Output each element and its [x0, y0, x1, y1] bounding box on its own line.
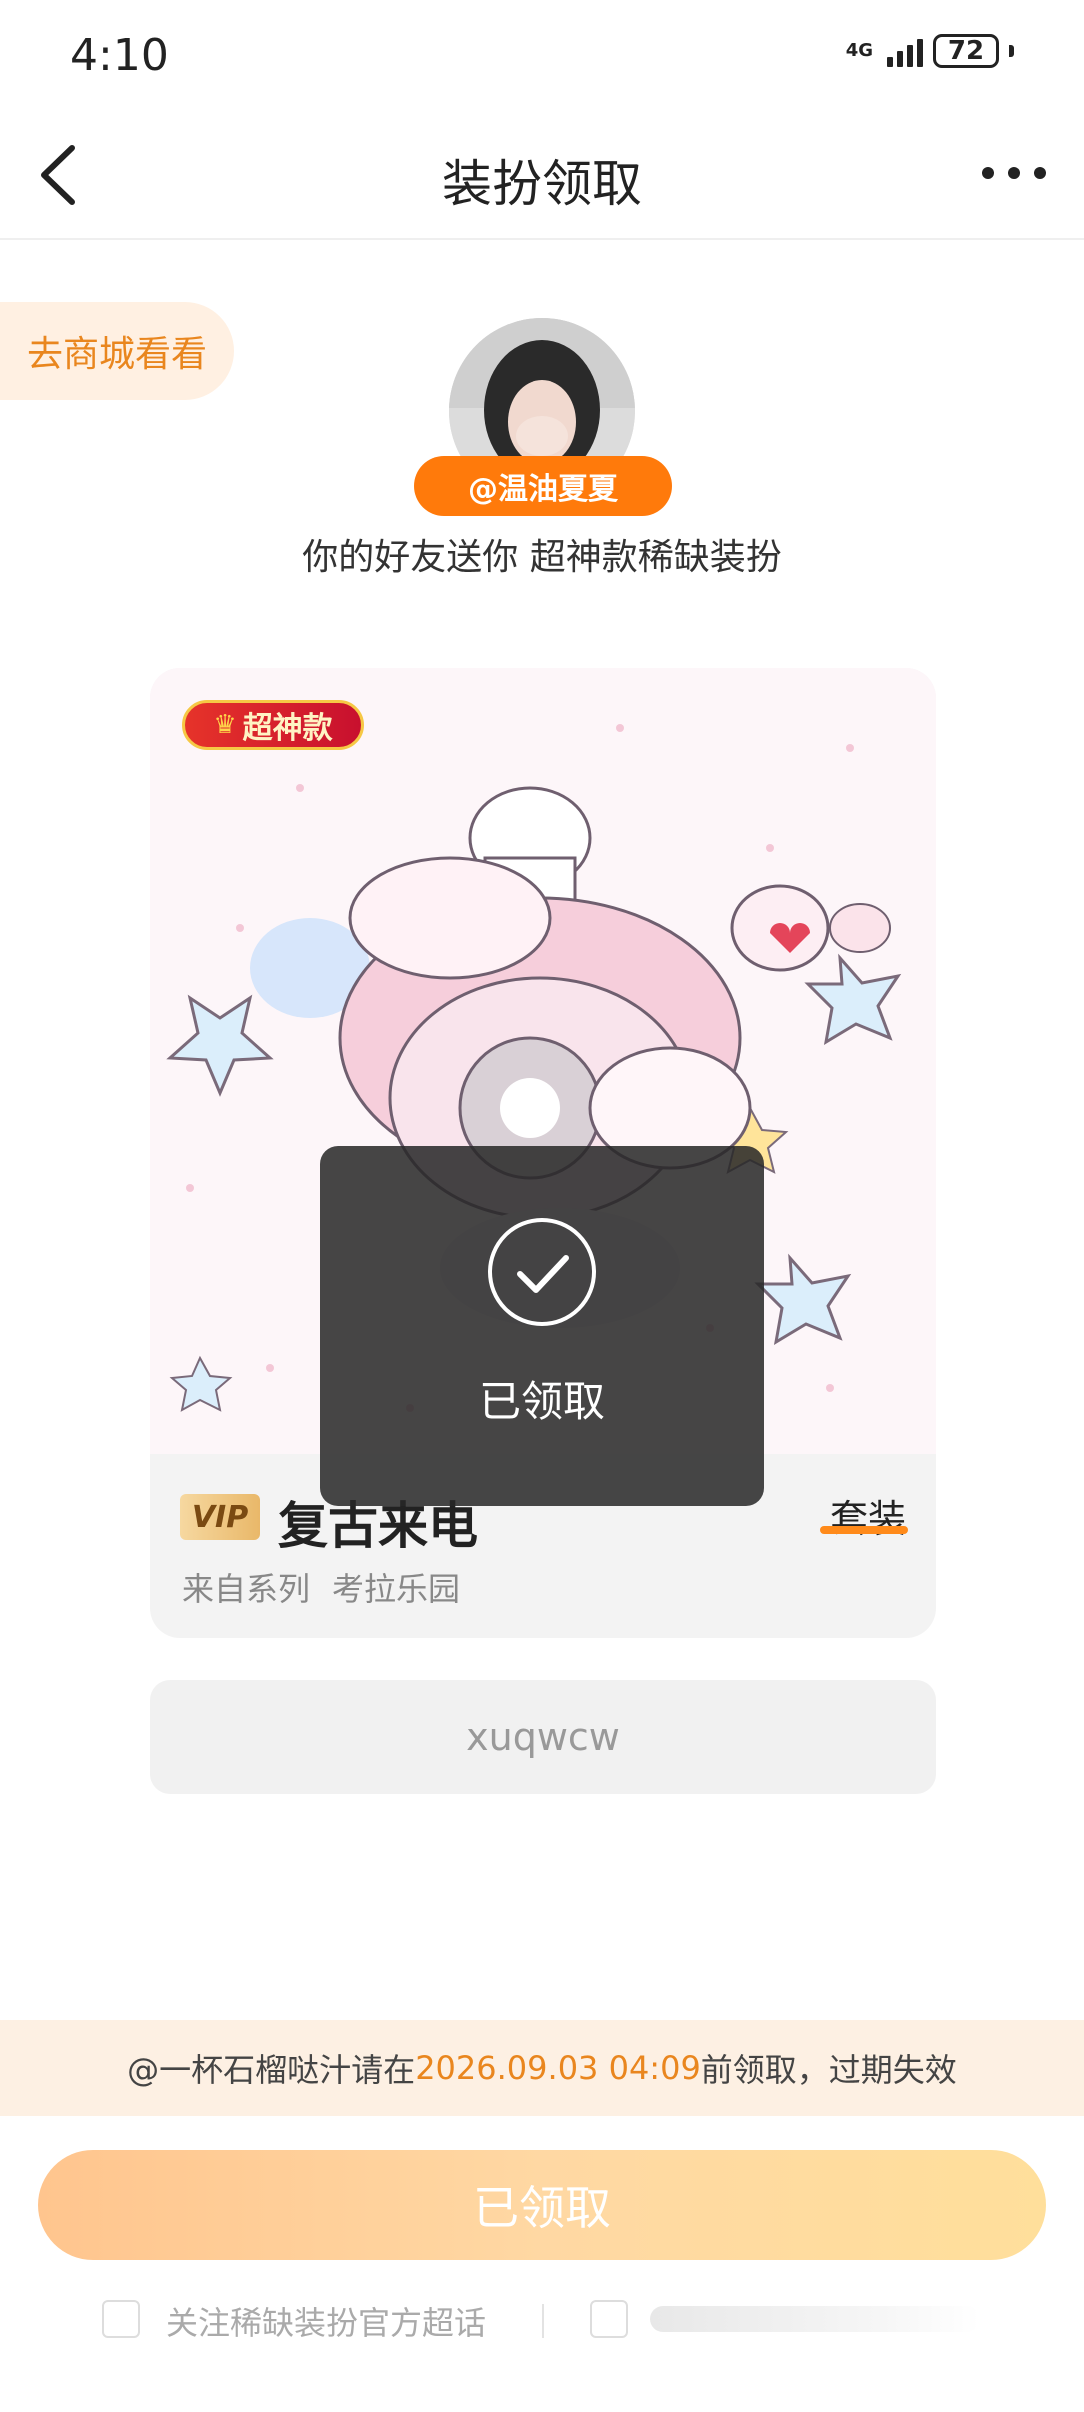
- redeem-code-box[interactable]: xuqwcw: [150, 1680, 936, 1794]
- header-divider: [0, 238, 1084, 240]
- expiry-suffix: 前领取，过期失效: [700, 2051, 957, 2089]
- item-type-underline: [820, 1526, 908, 1534]
- claim-button[interactable]: 已领取: [38, 2150, 1046, 2260]
- check-circle-icon: [488, 1218, 596, 1326]
- vip-badge: VIP: [180, 1494, 260, 1540]
- rarity-label: 超神款: [242, 711, 333, 746]
- battery-icon: 72: [933, 34, 999, 68]
- gift-message: 你的好友送你 超神款稀缺装扮: [302, 537, 782, 578]
- signal-icon: [887, 35, 923, 67]
- rarity-tag: ♛ 超神款: [182, 700, 364, 750]
- series-label: 来自系列: [182, 1570, 311, 1608]
- status-indicators: 4G 72: [846, 34, 1014, 68]
- blurred-label: [650, 2306, 980, 2332]
- battery-level: 72: [947, 36, 985, 66]
- go-shop-button[interactable]: 去商城看看: [0, 302, 234, 400]
- follow-label: 关注稀缺装扮官方超话: [166, 2304, 487, 2342]
- battery-tip: [1009, 45, 1014, 57]
- success-toast: [320, 1146, 764, 1506]
- more-icon[interactable]: [974, 160, 1054, 186]
- follow-checkbox[interactable]: [102, 2300, 140, 2338]
- crown-icon: ♛: [213, 710, 237, 740]
- series-info: 来自系列 考拉乐园: [182, 1564, 460, 1610]
- sender-name-badge: @温油夏夏: [414, 456, 672, 516]
- second-checkbox[interactable]: [590, 2300, 628, 2338]
- expiry-notice: @一杯石榴哒汁请在 2026.09.03 04:09 前领取，过期失效: [0, 2020, 1084, 2116]
- item-type-link[interactable]: 套装: [830, 1488, 906, 1543]
- network-label: 4G: [845, 40, 873, 61]
- series-name[interactable]: 考拉乐园: [332, 1570, 460, 1608]
- status-time: 4:10: [70, 30, 169, 81]
- toast-text: 已领取: [478, 1377, 605, 1426]
- footer-divider: [542, 2304, 544, 2338]
- expiry-date: 2026.09.03 04:09: [415, 2049, 701, 2087]
- expiry-prefix: @一杯石榴哒汁请在: [127, 2051, 416, 2089]
- page-title: 装扮领取: [442, 155, 642, 213]
